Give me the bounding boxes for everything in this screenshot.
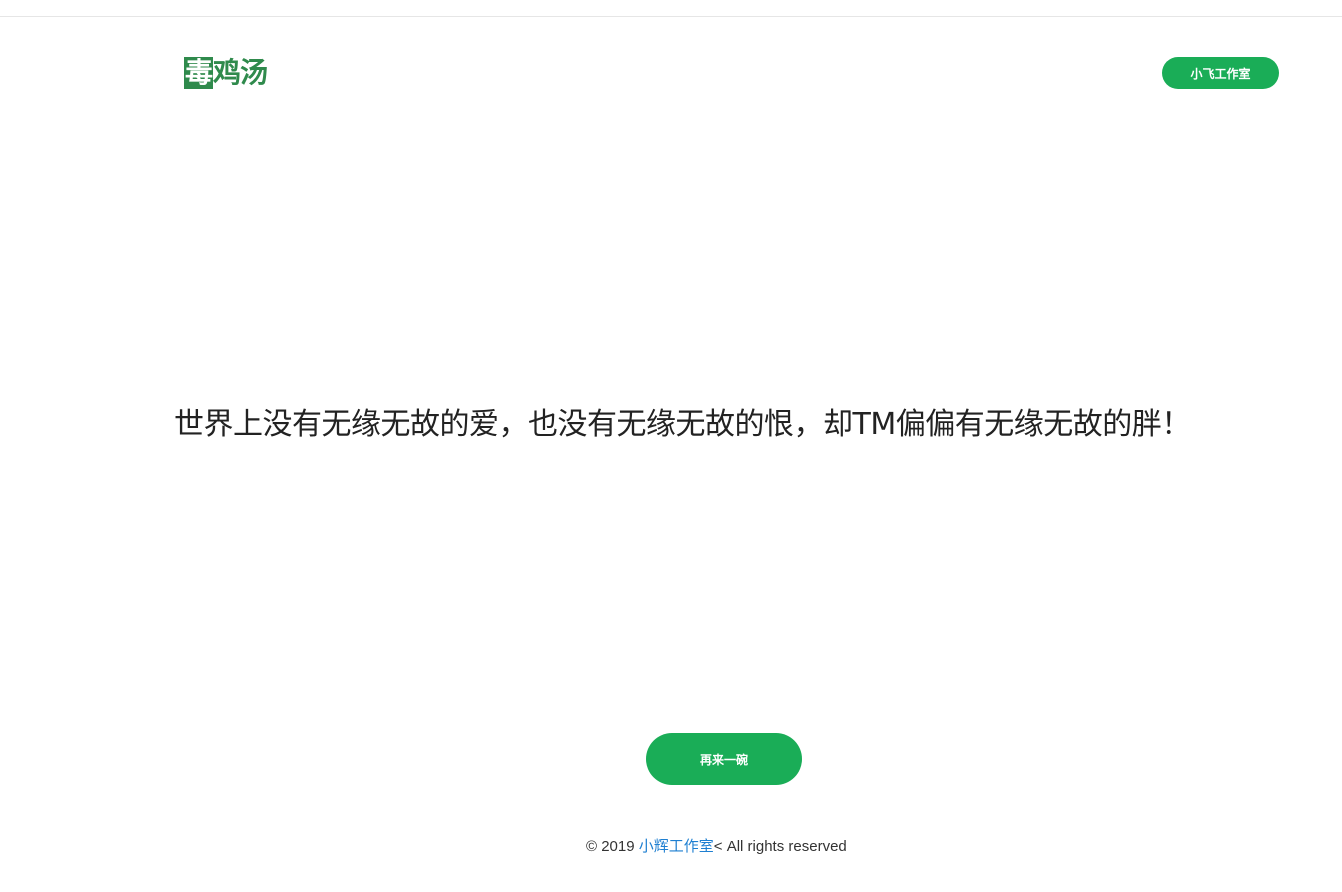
footer-copyright: © 2019 小辉工作室< All rights reserved xyxy=(0,836,1342,858)
top-divider xyxy=(0,16,1342,17)
site-logo[interactable]: 毒鸡汤 xyxy=(184,56,268,90)
logo-first-char: 毒 xyxy=(184,56,213,89)
logo-rest-chars: 鸡汤 xyxy=(213,56,268,89)
quote-text: 世界上没有无缘无故的爱，也没有无缘无故的恨，却TM偏偏有无缘无故的胖！ xyxy=(174,407,1191,442)
copyright-prefix: © 2019 xyxy=(586,838,639,855)
studio-button[interactable]: 小飞工作室 xyxy=(1162,57,1279,89)
studio-link[interactable]: 小辉工作室 xyxy=(639,838,714,855)
page: 毒鸡汤 小飞工作室 世界上没有无缘无故的爱，也没有无缘无故的恨，却TM偏偏有无缘… xyxy=(0,0,1342,892)
copyright-suffix: < All rights reserved xyxy=(713,838,847,855)
another-bowl-button[interactable]: 再来一碗 xyxy=(646,733,802,785)
